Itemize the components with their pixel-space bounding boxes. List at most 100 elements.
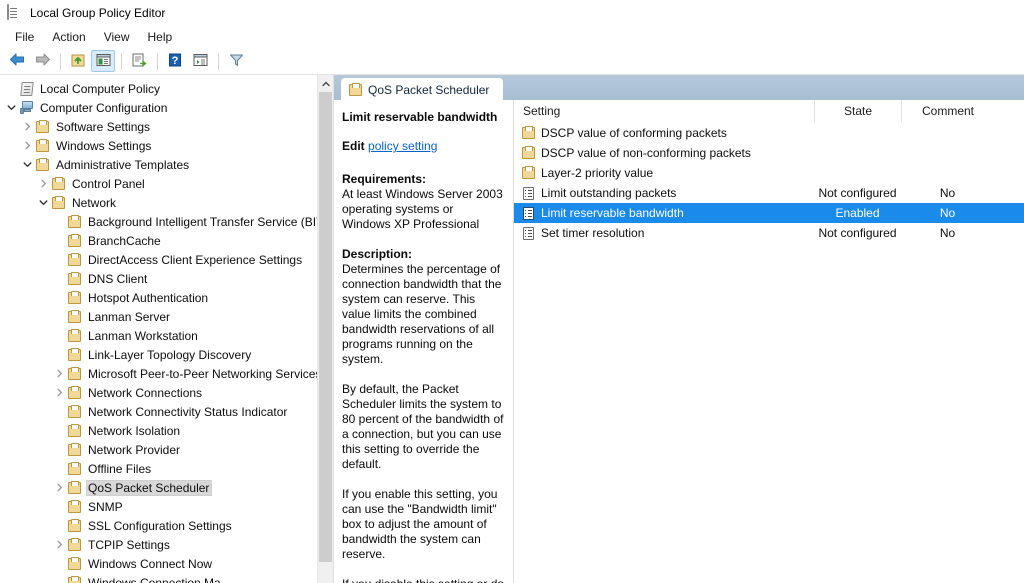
chevron-right-icon xyxy=(24,122,30,131)
forward-button[interactable] xyxy=(30,50,54,72)
chevron-right-icon xyxy=(40,179,46,188)
tree-item-offline-files[interactable]: Offline Files xyxy=(0,459,317,478)
column-header-comment[interactable]: Comment xyxy=(901,100,1024,122)
chevron-right-icon[interactable] xyxy=(20,119,34,135)
folder-icon xyxy=(34,119,51,135)
settings-list-row[interactable]: DSCP value of conforming packets xyxy=(514,123,1024,143)
policy-title: Limit reservable bandwidth xyxy=(342,110,498,124)
settings-list-row[interactable]: Limit outstanding packets Not configured N… xyxy=(514,183,1024,203)
up-one-level-button[interactable] xyxy=(66,50,90,72)
pane-tab-label: QoS Packet Scheduler xyxy=(368,82,490,97)
folder-icon xyxy=(34,157,51,173)
chevron-right-icon[interactable] xyxy=(52,366,66,382)
folder-icon xyxy=(66,271,83,287)
cell-state: Enabled xyxy=(835,206,880,220)
tree-item-label: Control Panel xyxy=(72,176,145,191)
tree-item-network[interactable]: Network xyxy=(0,193,317,212)
tree-item-link-layer-topology-discovery[interactable]: Link-Layer Topology Discovery xyxy=(0,345,317,364)
edit-prefix-label: Edit xyxy=(342,139,365,153)
tree-item-label: Administrative Templates xyxy=(56,157,190,172)
results-pane: QoS Packet Scheduler Limit reservable ba… xyxy=(334,75,1024,583)
folder-icon xyxy=(66,442,83,458)
tree-item-snmp[interactable]: SNMP xyxy=(0,497,317,516)
folder-icon xyxy=(520,146,536,159)
tree-item-tcpip-settings[interactable]: TCPIP Settings xyxy=(0,535,317,554)
pane-tab-qos-packet-scheduler[interactable]: QoS Packet Scheduler xyxy=(341,78,504,101)
tree-item-label: DirectAccess Client Experience Settings xyxy=(88,252,303,267)
tree-item-lanman-workstation[interactable]: Lanman Workstation xyxy=(0,326,317,345)
export-list-button[interactable] xyxy=(127,50,151,72)
tree-item-windows-connection-ma[interactable]: Windows Connection Ma xyxy=(0,573,317,583)
policy-setting-link[interactable]: policy setting xyxy=(368,139,437,153)
settings-list-row[interactable]: Set timer resolution Not configured No xyxy=(514,223,1024,243)
tree-item-network-isolation[interactable]: Network Isolation xyxy=(0,421,317,440)
tree-item-network-provider[interactable]: Network Provider xyxy=(0,440,317,459)
settings-list-row[interactable]: DSCP value of non-conforming packets xyxy=(514,143,1024,163)
menu-view[interactable]: View xyxy=(95,28,139,46)
cell-setting: Limit reservable bandwidth xyxy=(514,206,814,220)
tree-list: Local Computer Policy Computer Configurat… xyxy=(0,75,317,583)
chevron-down-icon[interactable] xyxy=(36,195,50,211)
tree-item-windows-settings[interactable]: Windows Settings xyxy=(0,136,317,155)
show-details-button[interactable] xyxy=(188,50,212,72)
tree-scrollbar[interactable] xyxy=(317,75,333,583)
menu-file[interactable]: File xyxy=(6,28,43,46)
back-button[interactable] xyxy=(5,50,29,72)
tree-item-control-panel[interactable]: Control Panel xyxy=(0,174,317,193)
chevron-right-icon xyxy=(56,388,62,397)
tree-item-label: Software Settings xyxy=(56,119,151,134)
chevron-right-icon[interactable] xyxy=(52,480,66,496)
column-header-state[interactable]: State xyxy=(814,100,901,122)
chevron-right-icon[interactable] xyxy=(52,385,66,401)
menu-action[interactable]: Action xyxy=(43,28,94,46)
tree-item-ssl-configuration-settings[interactable]: SSL Configuration Settings xyxy=(0,516,317,535)
chevron-down-icon[interactable] xyxy=(20,157,34,173)
filter-button[interactable] xyxy=(224,50,248,72)
tree-item-directaccess-client-experience-settings[interactable]: DirectAccess Client Experience Settings xyxy=(0,250,317,269)
tree-item-windows-connect-now[interactable]: Windows Connect Now xyxy=(0,554,317,573)
chevron-right-icon[interactable] xyxy=(52,537,66,553)
chevron-right-icon xyxy=(56,369,62,378)
tree-item-label: SNMP xyxy=(88,499,123,514)
chevron-down-icon xyxy=(39,200,47,205)
tree-item-network-connections[interactable]: Network Connections xyxy=(0,383,317,402)
settings-list-row[interactable]: Limit reservable bandwidth Enabled No xyxy=(514,203,1024,223)
menu-help[interactable]: Help xyxy=(139,28,182,46)
help-button[interactable]: ? xyxy=(163,50,187,72)
scroll-thumb[interactable] xyxy=(319,92,332,562)
tree-item-network-connectivity-status-indicator[interactable]: Network Connectivity Status Indicator xyxy=(0,402,317,421)
column-header-setting[interactable]: Setting xyxy=(514,100,814,122)
chevron-down-icon[interactable] xyxy=(4,100,18,116)
tree-item-administrative-templates[interactable]: Administrative Templates xyxy=(0,155,317,174)
chevron-right-icon[interactable] xyxy=(36,176,50,192)
tree-item-local-computer-policy[interactable]: Local Computer Policy xyxy=(0,79,317,98)
tree-item-label: Network Isolation xyxy=(88,423,181,438)
folder-icon xyxy=(520,126,536,139)
tree-item-software-settings[interactable]: Software Settings xyxy=(0,117,317,136)
scroll-up-button[interactable] xyxy=(318,75,333,92)
tree-item-lanman-server[interactable]: Lanman Server xyxy=(0,307,317,326)
tree-item-computer-configuration[interactable]: Computer Configuration xyxy=(0,98,317,117)
scroll-track[interactable] xyxy=(318,92,333,583)
show-hide-tree-button[interactable] xyxy=(91,50,115,72)
tree-item-qos-packet-scheduler[interactable]: QoS Packet Scheduler xyxy=(0,478,317,497)
settings-list-body: DSCP value of conforming packets DSCP val… xyxy=(514,122,1024,583)
setting-name-label: DSCP value of non-conforming packets xyxy=(541,146,751,160)
description-paragraph-2: By default, the Packet Scheduler limits … xyxy=(342,382,504,471)
tree-item-dns-client[interactable]: DNS Client xyxy=(0,269,317,288)
tree-item-label: Computer Configuration xyxy=(40,100,168,115)
policy-setting-icon xyxy=(520,226,536,240)
settings-list-row[interactable]: Layer-2 priority value xyxy=(514,163,1024,183)
tree-item-microsoft-peer-to-peer-networking-services[interactable]: Microsoft Peer-to-Peer Networking Servic… xyxy=(0,364,317,383)
tree-item-label: QoS Packet Scheduler xyxy=(86,479,213,496)
tree-item-branchcache[interactable]: BranchCache xyxy=(0,231,317,250)
tree-item-hotspot-authentication[interactable]: Hotspot Authentication xyxy=(0,288,317,307)
chevron-right-icon[interactable] xyxy=(20,138,34,154)
cell-setting: Set timer resolution xyxy=(514,226,814,240)
tree-item-background-intelligent-transfer-service-bits[interactable]: Background Intelligent Transfer Service … xyxy=(0,212,317,231)
title-bar: Local Group Policy Editor xyxy=(0,0,1024,26)
chevron-up-icon xyxy=(321,81,330,86)
cell-setting: Limit outstanding packets xyxy=(514,186,814,200)
